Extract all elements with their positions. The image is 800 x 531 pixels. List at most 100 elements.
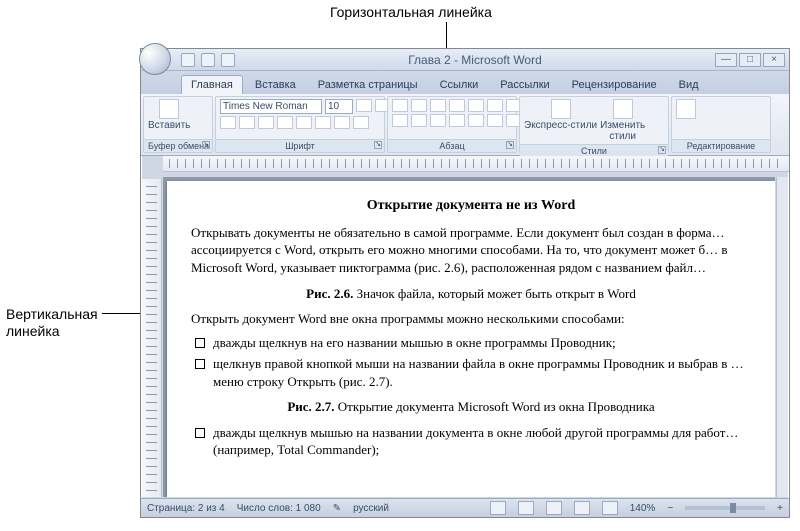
- font-color-button[interactable]: [353, 116, 369, 129]
- align-center-button[interactable]: [411, 114, 427, 127]
- styles-dialog-launcher[interactable]: ↘: [658, 146, 666, 154]
- view-draft-button[interactable]: [602, 501, 618, 515]
- numbering-button[interactable]: [411, 99, 427, 112]
- change-styles-icon: [613, 99, 633, 119]
- app-window: Глава 2 - Microsoft Word — □ × Главная В…: [140, 48, 790, 518]
- quick-access-toolbar: [181, 53, 235, 67]
- maximize-button[interactable]: □: [739, 53, 761, 67]
- office-button[interactable]: [139, 43, 171, 75]
- group-styles-label: Стили: [581, 146, 607, 156]
- close-button[interactable]: ×: [763, 53, 785, 67]
- list-item: дважды щелкнув на его названии мышью в о…: [191, 334, 751, 352]
- status-language[interactable]: русский: [353, 503, 389, 514]
- document-area[interactable]: Открытие документа не из Word Открывать …: [163, 177, 775, 497]
- group-font: Times New Roman 10 Шрифт ↘: [215, 96, 385, 153]
- quick-styles-label: Экспресс-стили: [524, 120, 597, 131]
- qat-save-icon[interactable]: [181, 53, 195, 67]
- italic-button[interactable]: [239, 116, 255, 129]
- zoom-thumb[interactable]: [730, 503, 736, 513]
- indent-decrease-button[interactable]: [449, 99, 465, 112]
- group-clipboard: Вставить Буфер обмена↘: [143, 96, 213, 153]
- tab-home[interactable]: Главная: [181, 75, 243, 94]
- fig7-num: Рис. 2.7.: [287, 399, 334, 414]
- sort-button[interactable]: [487, 99, 503, 112]
- qat-redo-icon[interactable]: [221, 53, 235, 67]
- tab-references[interactable]: Ссылки: [430, 75, 489, 94]
- horizontal-ruler[interactable]: [163, 156, 789, 172]
- group-editing-label: Редактирование: [687, 141, 756, 151]
- view-outline-button[interactable]: [574, 501, 590, 515]
- status-page[interactable]: Страница: 2 из 4: [147, 503, 225, 514]
- fig6-num: Рис. 2.6.: [306, 286, 353, 301]
- quick-styles-icon: [551, 99, 571, 119]
- paste-icon: [159, 99, 179, 119]
- vertical-scrollbar[interactable]: [776, 177, 788, 497]
- window-controls: — □ ×: [715, 53, 785, 67]
- zoom-in-button[interactable]: +: [777, 503, 783, 514]
- group-paragraph-label: Абзац: [439, 141, 464, 151]
- status-spellcheck-icon[interactable]: ✎: [333, 503, 341, 514]
- zoom-out-button[interactable]: −: [667, 503, 673, 514]
- multilevel-button[interactable]: [430, 99, 446, 112]
- strike-button[interactable]: [277, 116, 293, 129]
- doc-fig6: Рис. 2.6. Значок файла, который может бы…: [191, 285, 751, 303]
- statusbar: Страница: 2 из 4 Число слов: 1 080 ✎ рус…: [141, 498, 789, 517]
- bullets-button[interactable]: [392, 99, 408, 112]
- paragraph-dialog-launcher[interactable]: ↘: [506, 141, 514, 149]
- grow-font-icon[interactable]: [356, 99, 372, 112]
- group-clipboard-label: Буфер обмена: [148, 141, 209, 151]
- view-print-layout-button[interactable]: [490, 501, 506, 515]
- change-styles-label: Изменить стили: [600, 120, 645, 142]
- quick-styles-button[interactable]: Экспресс-стили: [524, 99, 597, 131]
- doc-list2: дважды щелкнув мышью на названии докумен…: [191, 424, 751, 459]
- zoom-level[interactable]: 140%: [630, 503, 656, 514]
- callout-horizontal-ruler: Горизонтальная линейка: [330, 4, 492, 20]
- align-left-button[interactable]: [392, 114, 408, 127]
- highlight-button[interactable]: [334, 116, 350, 129]
- font-size-select[interactable]: 10: [325, 99, 353, 114]
- underline-button[interactable]: [258, 116, 274, 129]
- paste-button[interactable]: Вставить: [148, 99, 190, 131]
- tab-review[interactable]: Рецензирование: [562, 75, 667, 94]
- group-paragraph: Абзац ↘: [387, 96, 517, 153]
- font-dialog-launcher[interactable]: ↘: [374, 141, 382, 149]
- find-icon: [676, 99, 696, 119]
- minimize-button[interactable]: —: [715, 53, 737, 67]
- bold-button[interactable]: [220, 116, 236, 129]
- superscript-button[interactable]: [315, 116, 331, 129]
- tab-mailings[interactable]: Рассылки: [490, 75, 559, 94]
- doc-fig7: Рис. 2.7. Открытие документа Microsoft W…: [191, 398, 751, 416]
- list-item: щелкнув правой кнопкой мыши на названии …: [191, 355, 751, 390]
- titlebar: Глава 2 - Microsoft Word — □ ×: [141, 49, 789, 71]
- group-styles: Экспресс-стили Изменить стили Стили ↘: [519, 96, 669, 153]
- tab-insert[interactable]: Вставка: [245, 75, 306, 94]
- indent-increase-button[interactable]: [468, 99, 484, 112]
- doc-p1: Открывать документы не обязательно в сам…: [191, 224, 751, 277]
- shading-button[interactable]: [487, 114, 503, 127]
- doc-p2: Открыть документ Word вне окна программы…: [191, 310, 751, 328]
- vertical-ruler[interactable]: [142, 179, 162, 497]
- page[interactable]: Открытие документа не из Word Открывать …: [167, 181, 775, 497]
- justify-button[interactable]: [449, 114, 465, 127]
- doc-heading: Открытие документа не из Word: [191, 197, 751, 216]
- tab-page-layout[interactable]: Разметка страницы: [308, 75, 428, 94]
- tab-view[interactable]: Вид: [669, 75, 709, 94]
- ribbon: Вставить Буфер обмена↘ Times New Roman 1…: [141, 94, 789, 156]
- change-styles-button[interactable]: Изменить стили: [600, 99, 645, 142]
- align-right-button[interactable]: [430, 114, 446, 127]
- zoom-slider[interactable]: [685, 506, 765, 510]
- group-font-label: Шрифт: [285, 141, 315, 151]
- subscript-button[interactable]: [296, 116, 312, 129]
- qat-undo-icon[interactable]: [201, 53, 215, 67]
- editing-button[interactable]: [676, 99, 696, 119]
- group-editing: Редактирование: [671, 96, 771, 153]
- paste-label: Вставить: [148, 120, 190, 131]
- status-words[interactable]: Число слов: 1 080: [237, 503, 321, 514]
- ribbon-tabs: Главная Вставка Разметка страницы Ссылки…: [141, 71, 789, 94]
- view-web-layout-button[interactable]: [546, 501, 562, 515]
- fig6-text: Значок файла, который может быть открыт …: [353, 286, 635, 301]
- font-family-select[interactable]: Times New Roman: [220, 99, 322, 114]
- view-full-screen-button[interactable]: [518, 501, 534, 515]
- line-spacing-button[interactable]: [468, 114, 484, 127]
- clipboard-dialog-launcher[interactable]: ↘: [202, 141, 210, 149]
